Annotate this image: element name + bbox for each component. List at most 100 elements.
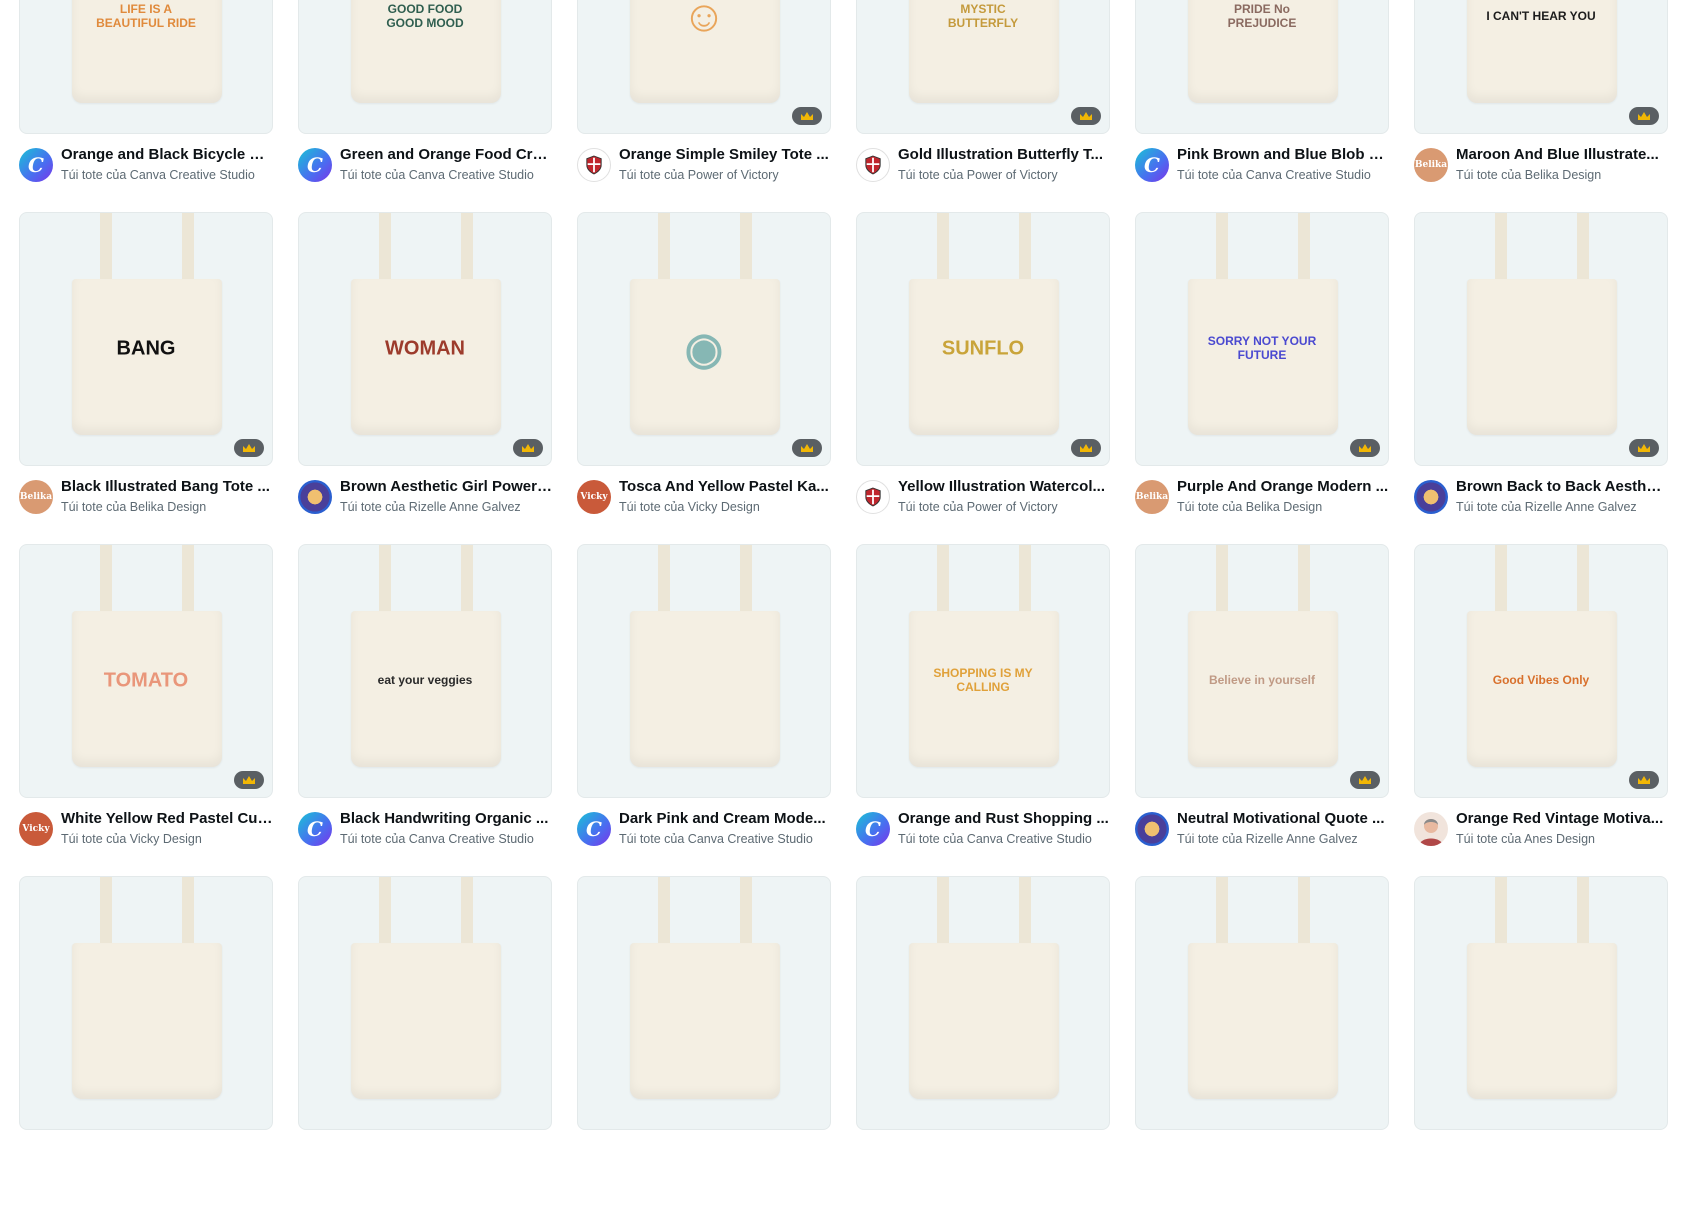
template-card[interactable]: MYSTIC BUTTERFLY Gold Illustration Butter… <box>856 0 1110 212</box>
template-title-link[interactable]: Pink Brown and Blue Blob D... <box>1177 146 1389 163</box>
template-author[interactable]: Túi tote của Canva Creative Studio <box>340 832 552 846</box>
template-thumbnail[interactable] <box>298 876 552 1130</box>
template-thumbnail[interactable] <box>1414 876 1668 1130</box>
template-author[interactable]: Túi tote của Rizelle Anne Galvez <box>1177 832 1389 846</box>
template-thumbnail[interactable] <box>1135 876 1389 1130</box>
template-title-link[interactable]: Green and Orange Food Cra... <box>340 146 552 163</box>
template-thumbnail[interactable] <box>1414 212 1668 466</box>
creator-avatar[interactable]: C <box>856 812 890 846</box>
shield-logo-icon[interactable] <box>856 148 890 182</box>
template-card[interactable]: LIFE IS A BEAUTIFUL RIDE C Orange and Blac… <box>19 0 273 212</box>
creator-avatar[interactable]: C <box>19 148 53 182</box>
template-author[interactable]: Túi tote của Belika Design <box>1456 168 1668 182</box>
template-thumbnail[interactable]: MYSTIC BUTTERFLY <box>856 0 1110 134</box>
template-title-link[interactable]: Orange Red Vintage Motiva... <box>1456 810 1668 827</box>
template-author[interactable]: Túi tote của Vicky Design <box>619 500 831 514</box>
template-card[interactable]: BANG Belika Black Illustrated Bang Tote ..… <box>19 212 273 544</box>
template-card[interactable] <box>856 876 1110 1208</box>
template-card[interactable]: TOMATO Vicky White Yellow Red Pastel Cut..… <box>19 544 273 876</box>
template-card[interactable]: ☺ Orange Simple Smiley Tote ... Túi tote c… <box>577 0 831 212</box>
template-author[interactable]: Túi tote của Rizelle Anne Galvez <box>1456 500 1668 514</box>
shield-logo-icon[interactable] <box>856 480 890 514</box>
template-title-link[interactable]: Orange and Rust Shopping ... <box>898 810 1110 827</box>
template-card[interactable]: eat your veggies C Black Handwriting Organ… <box>298 544 552 876</box>
template-thumbnail[interactable]: SHOPPING IS MY CALLING <box>856 544 1110 798</box>
template-author[interactable]: Túi tote của Power of Victory <box>898 500 1110 514</box>
template-title-link[interactable]: Gold Illustration Butterfly T... <box>898 146 1110 163</box>
template-card[interactable]: SUNFLO Yellow Illustration Watercol... Túi… <box>856 212 1110 544</box>
template-card[interactable] <box>298 876 552 1208</box>
creator-avatar[interactable] <box>1414 480 1448 514</box>
template-author[interactable]: Túi tote của Canva Creative Studio <box>1177 168 1389 182</box>
template-card[interactable]: C Dark Pink and Cream Mode... Túi tote của… <box>577 544 831 876</box>
template-card[interactable]: I CAN'T HEAR YOU Belika Maroon And Blue Il… <box>1414 0 1668 212</box>
template-thumbnail[interactable] <box>856 876 1110 1130</box>
template-title-link[interactable]: Neutral Motivational Quote ... <box>1177 810 1389 827</box>
template-thumbnail[interactable]: TOMATO <box>19 544 273 798</box>
template-card[interactable] <box>19 876 273 1208</box>
template-author[interactable]: Túi tote của Rizelle Anne Galvez <box>340 500 552 514</box>
creator-avatar[interactable]: C <box>577 812 611 846</box>
template-thumbnail[interactable]: eat your veggies <box>298 544 552 798</box>
template-thumbnail[interactable]: I CAN'T HEAR YOU <box>1414 0 1668 134</box>
template-card[interactable]: Brown Back to Back Aesthet... Túi tote củ… <box>1414 212 1668 544</box>
template-thumbnail[interactable] <box>577 876 831 1130</box>
template-thumbnail[interactable]: ◉ <box>577 212 831 466</box>
creator-avatar[interactable] <box>1135 812 1169 846</box>
template-thumbnail[interactable]: WOMAN <box>298 212 552 466</box>
creator-avatar[interactable]: Belika <box>19 480 53 514</box>
creator-avatar[interactable]: Belika <box>1135 480 1169 514</box>
template-thumbnail[interactable] <box>577 544 831 798</box>
template-thumbnail[interactable]: Believe in yourself <box>1135 544 1389 798</box>
template-title-link[interactable]: Orange Simple Smiley Tote ... <box>619 146 831 163</box>
template-card[interactable] <box>1414 876 1668 1208</box>
template-thumbnail[interactable] <box>19 876 273 1130</box>
template-author[interactable]: Túi tote của Canva Creative Studio <box>898 832 1110 846</box>
template-author[interactable]: Túi tote của Vicky Design <box>61 832 273 846</box>
template-title-link[interactable]: Brown Back to Back Aesthet... <box>1456 478 1668 495</box>
template-title-link[interactable]: Brown Aesthetic Girl Power ... <box>340 478 552 495</box>
template-author[interactable]: Túi tote của Canva Creative Studio <box>619 832 831 846</box>
creator-avatar[interactable]: C <box>298 812 332 846</box>
template-title-link[interactable]: White Yellow Red Pastel Cut... <box>61 810 273 827</box>
template-thumbnail[interactable]: BANG <box>19 212 273 466</box>
person-avatar-icon[interactable] <box>1414 812 1448 846</box>
template-card[interactable]: Good Vibes Only Orange Red Vintage Motiva… <box>1414 544 1668 876</box>
template-title-link[interactable]: Black Illustrated Bang Tote ... <box>61 478 273 495</box>
shield-logo-icon[interactable] <box>577 148 611 182</box>
template-card[interactable]: ◉ Vicky Tosca And Yellow Pastel Ka... Túi t… <box>577 212 831 544</box>
template-title-link[interactable]: Dark Pink and Cream Mode... <box>619 810 831 827</box>
creator-avatar[interactable]: C <box>298 148 332 182</box>
template-thumbnail[interactable]: LIFE IS A BEAUTIFUL RIDE <box>19 0 273 134</box>
template-thumbnail[interactable]: SUNFLO <box>856 212 1110 466</box>
template-title-link[interactable]: Yellow Illustration Watercol... <box>898 478 1110 495</box>
template-card[interactable]: SORRY NOT YOUR FUTURE Belika Purple And Or… <box>1135 212 1389 544</box>
template-author[interactable]: Túi tote của Canva Creative Studio <box>61 168 273 182</box>
template-card[interactable]: WOMAN Brown Aesthetic Girl Power ... Túi t… <box>298 212 552 544</box>
template-thumbnail[interactable]: ☺ <box>577 0 831 134</box>
template-thumbnail[interactable]: PRIDE No PREJUDICE <box>1135 0 1389 134</box>
template-author[interactable]: Túi tote của Canva Creative Studio <box>340 168 552 182</box>
template-thumbnail[interactable]: SORRY NOT YOUR FUTURE <box>1135 212 1389 466</box>
template-title-link[interactable]: Tosca And Yellow Pastel Ka... <box>619 478 831 495</box>
template-card[interactable]: PRIDE No PREJUDICE C Pink Brown and Blue B… <box>1135 0 1389 212</box>
template-thumbnail[interactable]: Good Vibes Only <box>1414 544 1668 798</box>
template-author[interactable]: Túi tote của Anes Design <box>1456 832 1668 846</box>
template-title-link[interactable]: Orange and Black Bicycle Cl... <box>61 146 273 163</box>
template-card[interactable]: Believe in yourself Neutral Motivational … <box>1135 544 1389 876</box>
creator-avatar[interactable]: Vicky <box>19 812 53 846</box>
template-card[interactable] <box>577 876 831 1208</box>
template-thumbnail[interactable]: GOOD FOOD GOOD MOOD <box>298 0 552 134</box>
template-card[interactable]: GOOD FOOD GOOD MOOD C Green and Orange Foo… <box>298 0 552 212</box>
template-title-link[interactable]: Black Handwriting Organic ... <box>340 810 552 827</box>
creator-avatar[interactable]: Belika <box>1414 148 1448 182</box>
template-title-link[interactable]: Maroon And Blue Illustrate... <box>1456 146 1668 163</box>
template-author[interactable]: Túi tote của Power of Victory <box>619 168 831 182</box>
template-author[interactable]: Túi tote của Power of Victory <box>898 168 1110 182</box>
template-card[interactable]: SHOPPING IS MY CALLING C Orange and Rust S… <box>856 544 1110 876</box>
template-card[interactable] <box>1135 876 1389 1208</box>
creator-avatar[interactable]: C <box>1135 148 1169 182</box>
template-author[interactable]: Túi tote của Belika Design <box>61 500 273 514</box>
template-author[interactable]: Túi tote của Belika Design <box>1177 500 1389 514</box>
creator-avatar[interactable] <box>298 480 332 514</box>
